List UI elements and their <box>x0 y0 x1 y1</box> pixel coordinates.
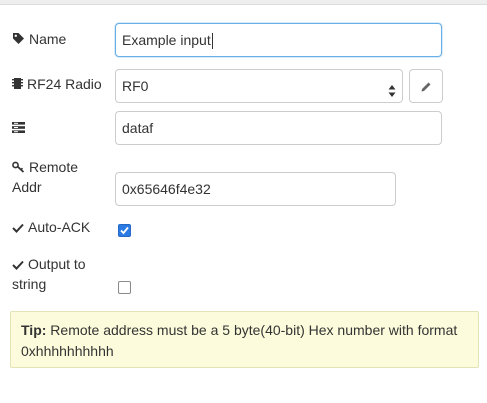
edit-radio-button[interactable] <box>409 69 443 103</box>
output-string-checkbox[interactable] <box>118 281 131 294</box>
up-down-arrows-icon <box>388 78 396 97</box>
auto-ack-checkbox[interactable] <box>118 224 131 237</box>
radio-select[interactable]: RF0 <box>115 69 403 103</box>
tip-text: Remote address must be a 5 byte(40-bit) … <box>21 322 458 359</box>
output-string-label: Output to <box>12 254 86 275</box>
pencil-icon <box>420 80 432 96</box>
top-divider <box>0 0 487 5</box>
check-icon <box>12 255 24 275</box>
pipe-input[interactable]: dataf <box>115 111 442 145</box>
remote-addr-label-line2: Addr <box>12 179 42 195</box>
key-icon <box>12 158 25 178</box>
remote-addr-input[interactable]: 0x65646f4e32 <box>115 172 396 206</box>
tip-prefix: Tip: <box>21 322 47 338</box>
list-icon <box>12 118 25 138</box>
pipe-label <box>12 117 29 138</box>
radio-label: RF24 Radio <box>12 74 102 95</box>
chip-icon <box>12 75 23 95</box>
name-input[interactable]: Example input <box>115 23 442 57</box>
text-caret <box>211 33 213 50</box>
remote-addr-label: Remote <box>12 157 78 178</box>
tip-box: Tip: Remote address must be a 5 byte(40-… <box>10 311 479 368</box>
name-label: Name <box>12 29 66 50</box>
auto-ack-label: Auto-ACK <box>12 217 90 238</box>
output-string-label-line2: string <box>12 276 47 292</box>
tag-icon <box>12 30 25 50</box>
check-icon <box>12 218 24 238</box>
